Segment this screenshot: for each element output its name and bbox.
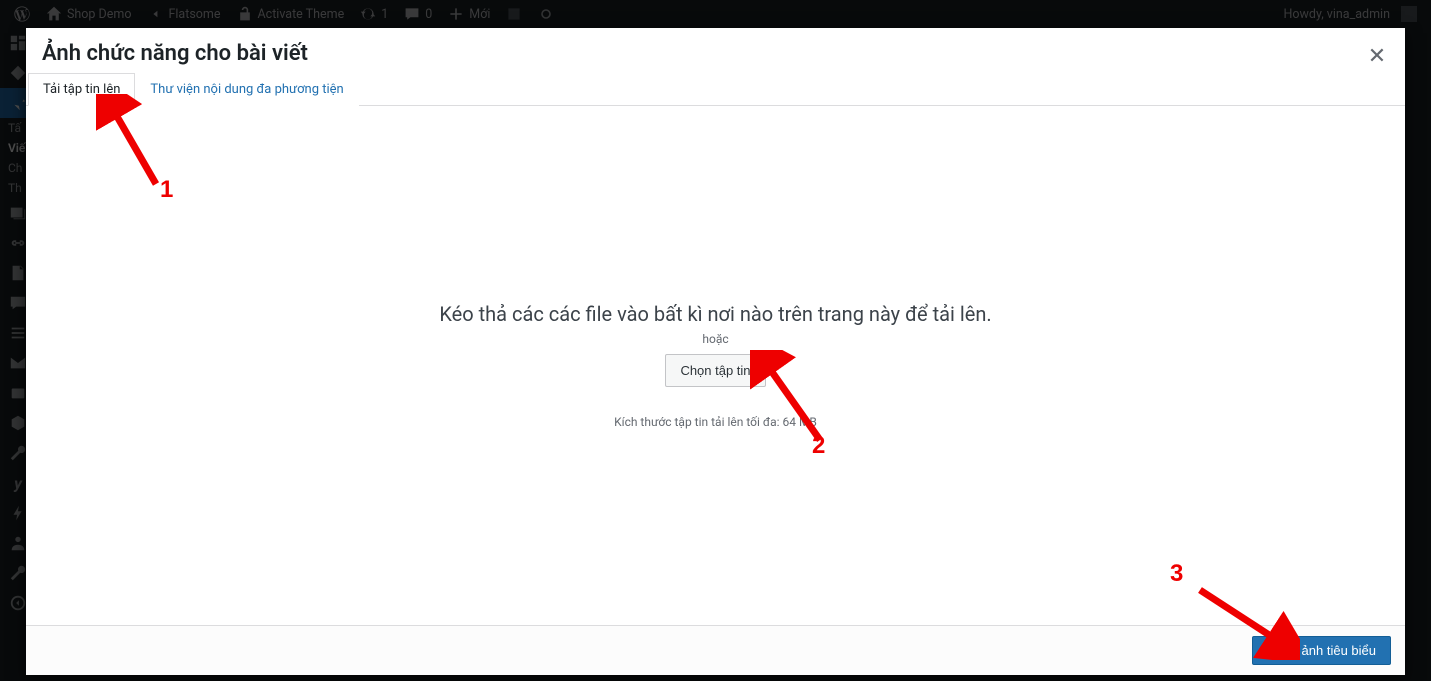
- set-featured-image-button[interactable]: Chọn ảnh tiêu biểu: [1252, 636, 1391, 665]
- tab-upload[interactable]: Tải tập tin lên: [28, 73, 135, 106]
- modal-header: Ảnh chức năng cho bài viết ✕: [26, 28, 1405, 73]
- featured-image-modal: Ảnh chức năng cho bài viết ✕ Tải tập tin…: [26, 28, 1405, 675]
- close-button[interactable]: ✕: [1359, 38, 1395, 74]
- annotation-label-1: 1: [160, 176, 173, 204]
- drop-heading: Kéo thả các các file vào bất kì nơi nào …: [439, 302, 991, 326]
- annotation-label-3: 3: [1170, 560, 1183, 588]
- upload-dropzone[interactable]: Kéo thả các các file vào bất kì nơi nào …: [439, 302, 991, 429]
- annotation-label-2: 2: [812, 432, 825, 460]
- choose-file-button[interactable]: Chọn tập tin: [665, 354, 765, 387]
- max-size-hint: Kích thước tập tin tải lên tối đa: 64 MB: [439, 415, 991, 429]
- modal-body: Kéo thả các các file vào bất kì nơi nào …: [26, 106, 1405, 625]
- modal-footer: Chọn ảnh tiêu biểu: [26, 625, 1405, 675]
- tab-media-library[interactable]: Thư viện nội dung đa phương tiện: [135, 73, 358, 106]
- modal-title: Ảnh chức năng cho bài viết: [42, 40, 1389, 69]
- drop-or: hoặc: [439, 332, 991, 346]
- close-icon: ✕: [1368, 44, 1386, 69]
- modal-tabs: Tải tập tin lên Thư viện nội dung đa phư…: [26, 73, 1405, 106]
